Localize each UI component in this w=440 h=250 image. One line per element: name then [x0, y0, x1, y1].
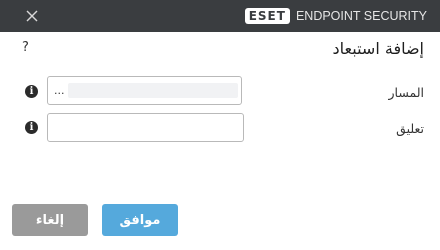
- title-bar: ESET ENDPOINT SECURITY: [0, 0, 440, 32]
- page-title: إضافة استبعاد: [332, 39, 424, 58]
- comment-label: تعليق: [396, 121, 424, 136]
- comment-info-icon[interactable]: i: [25, 121, 38, 134]
- path-label: المسار: [388, 85, 424, 100]
- path-info-icon[interactable]: i: [25, 85, 38, 98]
- eset-logo-text: ESET: [248, 9, 286, 23]
- eset-logo: ESET: [244, 8, 290, 24]
- cancel-button[interactable]: إلغاء: [12, 204, 88, 236]
- path-browse[interactable]: ...: [54, 84, 65, 97]
- help-icon[interactable]: ?: [22, 40, 29, 55]
- path-value: [68, 83, 238, 98]
- info-glyph: i: [29, 86, 34, 97]
- comment-input[interactable]: [47, 113, 244, 142]
- product-name: ENDPOINT SECURITY: [295, 9, 427, 23]
- brand: ESET ENDPOINT SECURITY: [244, 7, 427, 25]
- close-button[interactable]: [22, 6, 42, 26]
- path-input[interactable]: ...: [47, 76, 242, 105]
- ok-button[interactable]: موافق: [102, 204, 178, 236]
- info-glyph: i: [29, 122, 34, 133]
- close-icon: [26, 10, 38, 22]
